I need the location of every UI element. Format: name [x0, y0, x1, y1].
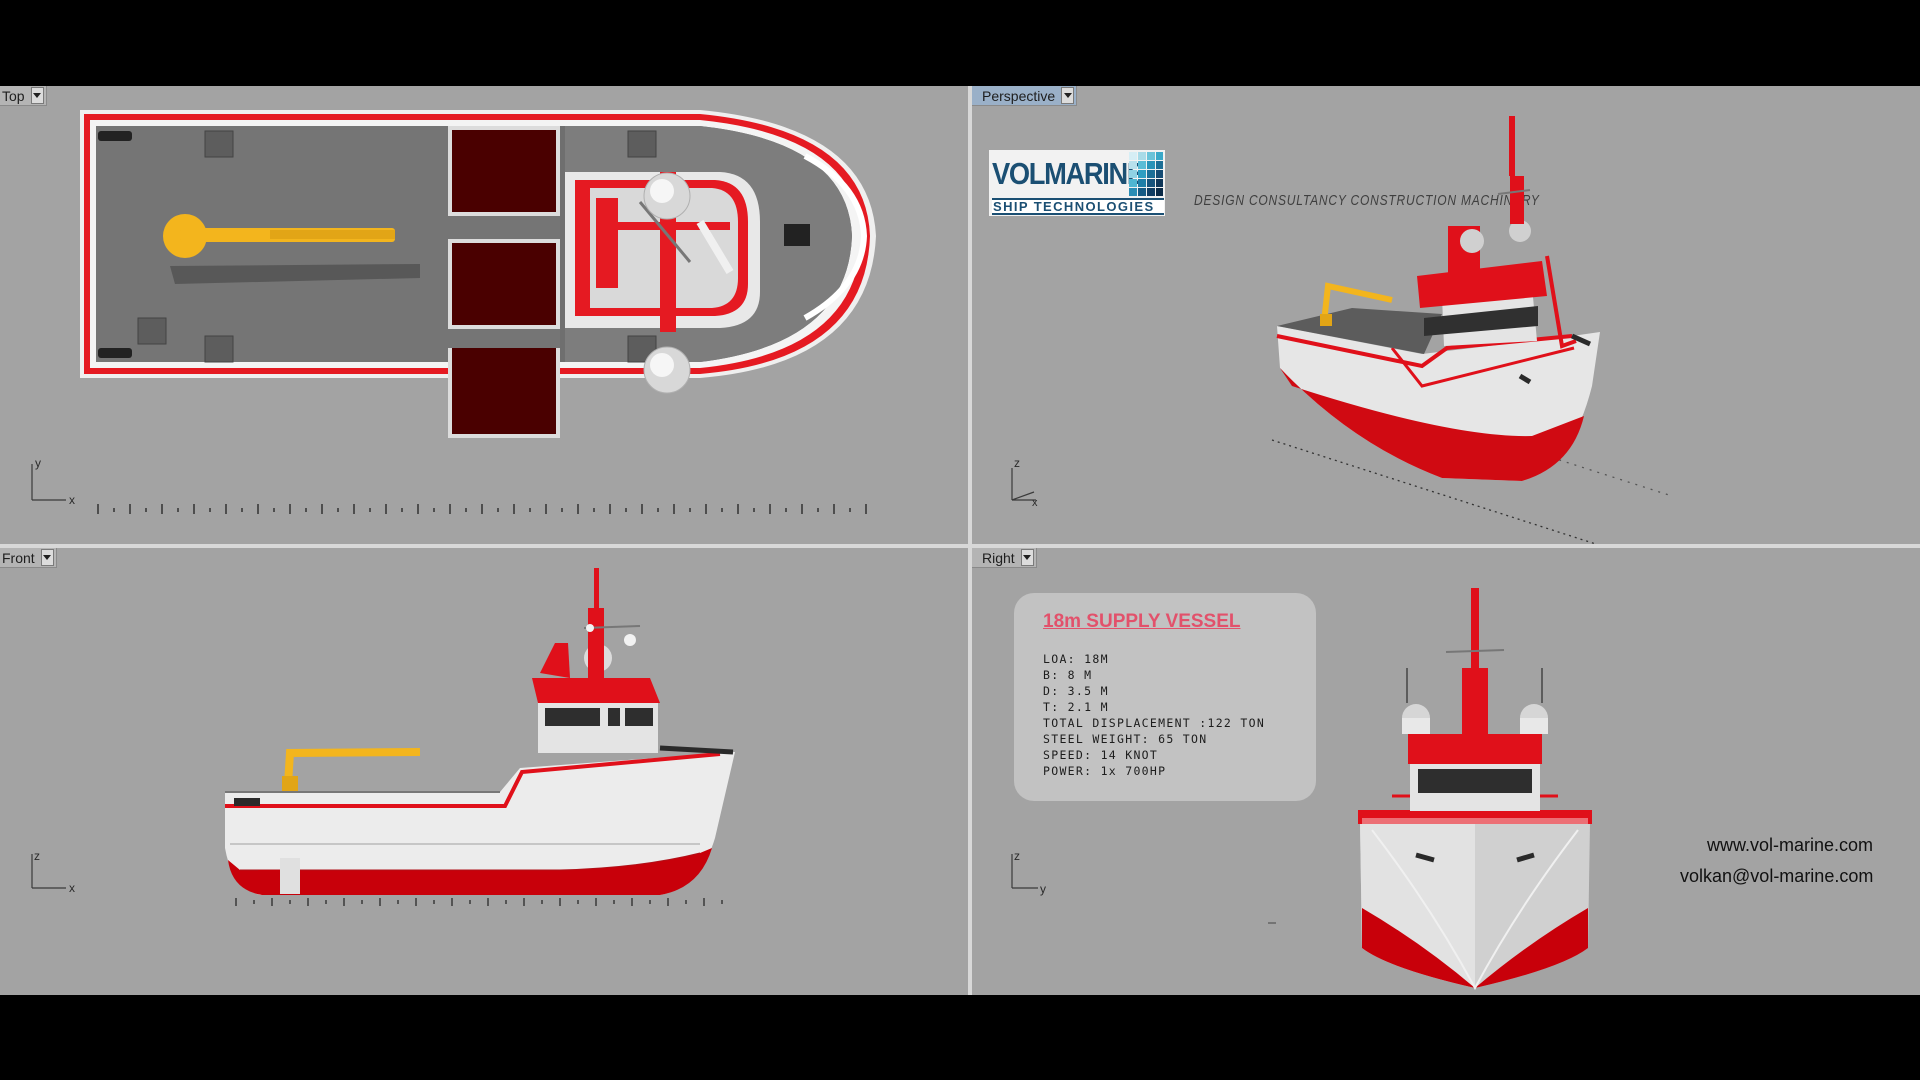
chevron-down-icon[interactable]	[40, 549, 54, 566]
letterbox-top	[0, 0, 1920, 86]
axis-label-x: x	[69, 493, 75, 507]
viewport-splitter-horizontal[interactable]	[0, 544, 1920, 548]
axis-gizmo-icon: y x	[31, 456, 75, 507]
axis-label-y: y	[35, 456, 41, 470]
axis-label-y: y	[1040, 882, 1046, 896]
viewport-top[interactable]: y x Top	[0, 86, 968, 544]
chevron-down-icon[interactable]	[30, 87, 44, 104]
axis-gizmo-icon: z y	[1011, 849, 1046, 896]
viewport-tab-front[interactable]: Front	[0, 548, 57, 568]
viewport-title: Right	[982, 549, 1015, 566]
axis-label-z: z	[1014, 849, 1020, 863]
contact-email[interactable]: volkan@vol-marine.com	[1680, 866, 1873, 887]
viewport-tab-perspective[interactable]: Perspective	[972, 86, 1078, 106]
contact-website[interactable]: www.vol-marine.com	[1707, 835, 1873, 856]
viewport-title: Perspective	[982, 87, 1056, 104]
axis-gizmo-icon: z x	[31, 849, 75, 895]
viewport-perspective[interactable]: VOLMARINE SHIP TECHNOLOGIES DESIGN CONSU…	[972, 86, 1920, 544]
axis-label-z: z	[34, 849, 40, 863]
viewport-title: Top	[2, 87, 25, 104]
viewport-splitter-vertical[interactable]	[968, 86, 972, 995]
viewport-right[interactable]: 18m SUPPLY VESSEL LOA: 18M B: 8 M D: 3.5…	[972, 548, 1920, 995]
viewport-front[interactable]: z x Front	[0, 548, 968, 995]
axis-label-x: x	[69, 881, 75, 895]
viewport-area: y x Top VOLMARINE SHIP TECHNOLOGIES DESI…	[0, 86, 1920, 995]
chevron-down-icon[interactable]	[1061, 87, 1075, 104]
axis-label-x: x	[1032, 497, 1038, 509]
viewport-tab-top[interactable]: Top	[0, 86, 47, 106]
chevron-down-icon[interactable]	[1020, 549, 1034, 566]
viewport-title: Front	[2, 549, 35, 566]
axis-label-z: z	[1014, 456, 1020, 470]
viewport-tab-right[interactable]: Right	[972, 548, 1037, 568]
letterbox-bottom	[0, 995, 1920, 1080]
axis-gizmo-icon: z x	[1011, 456, 1038, 509]
